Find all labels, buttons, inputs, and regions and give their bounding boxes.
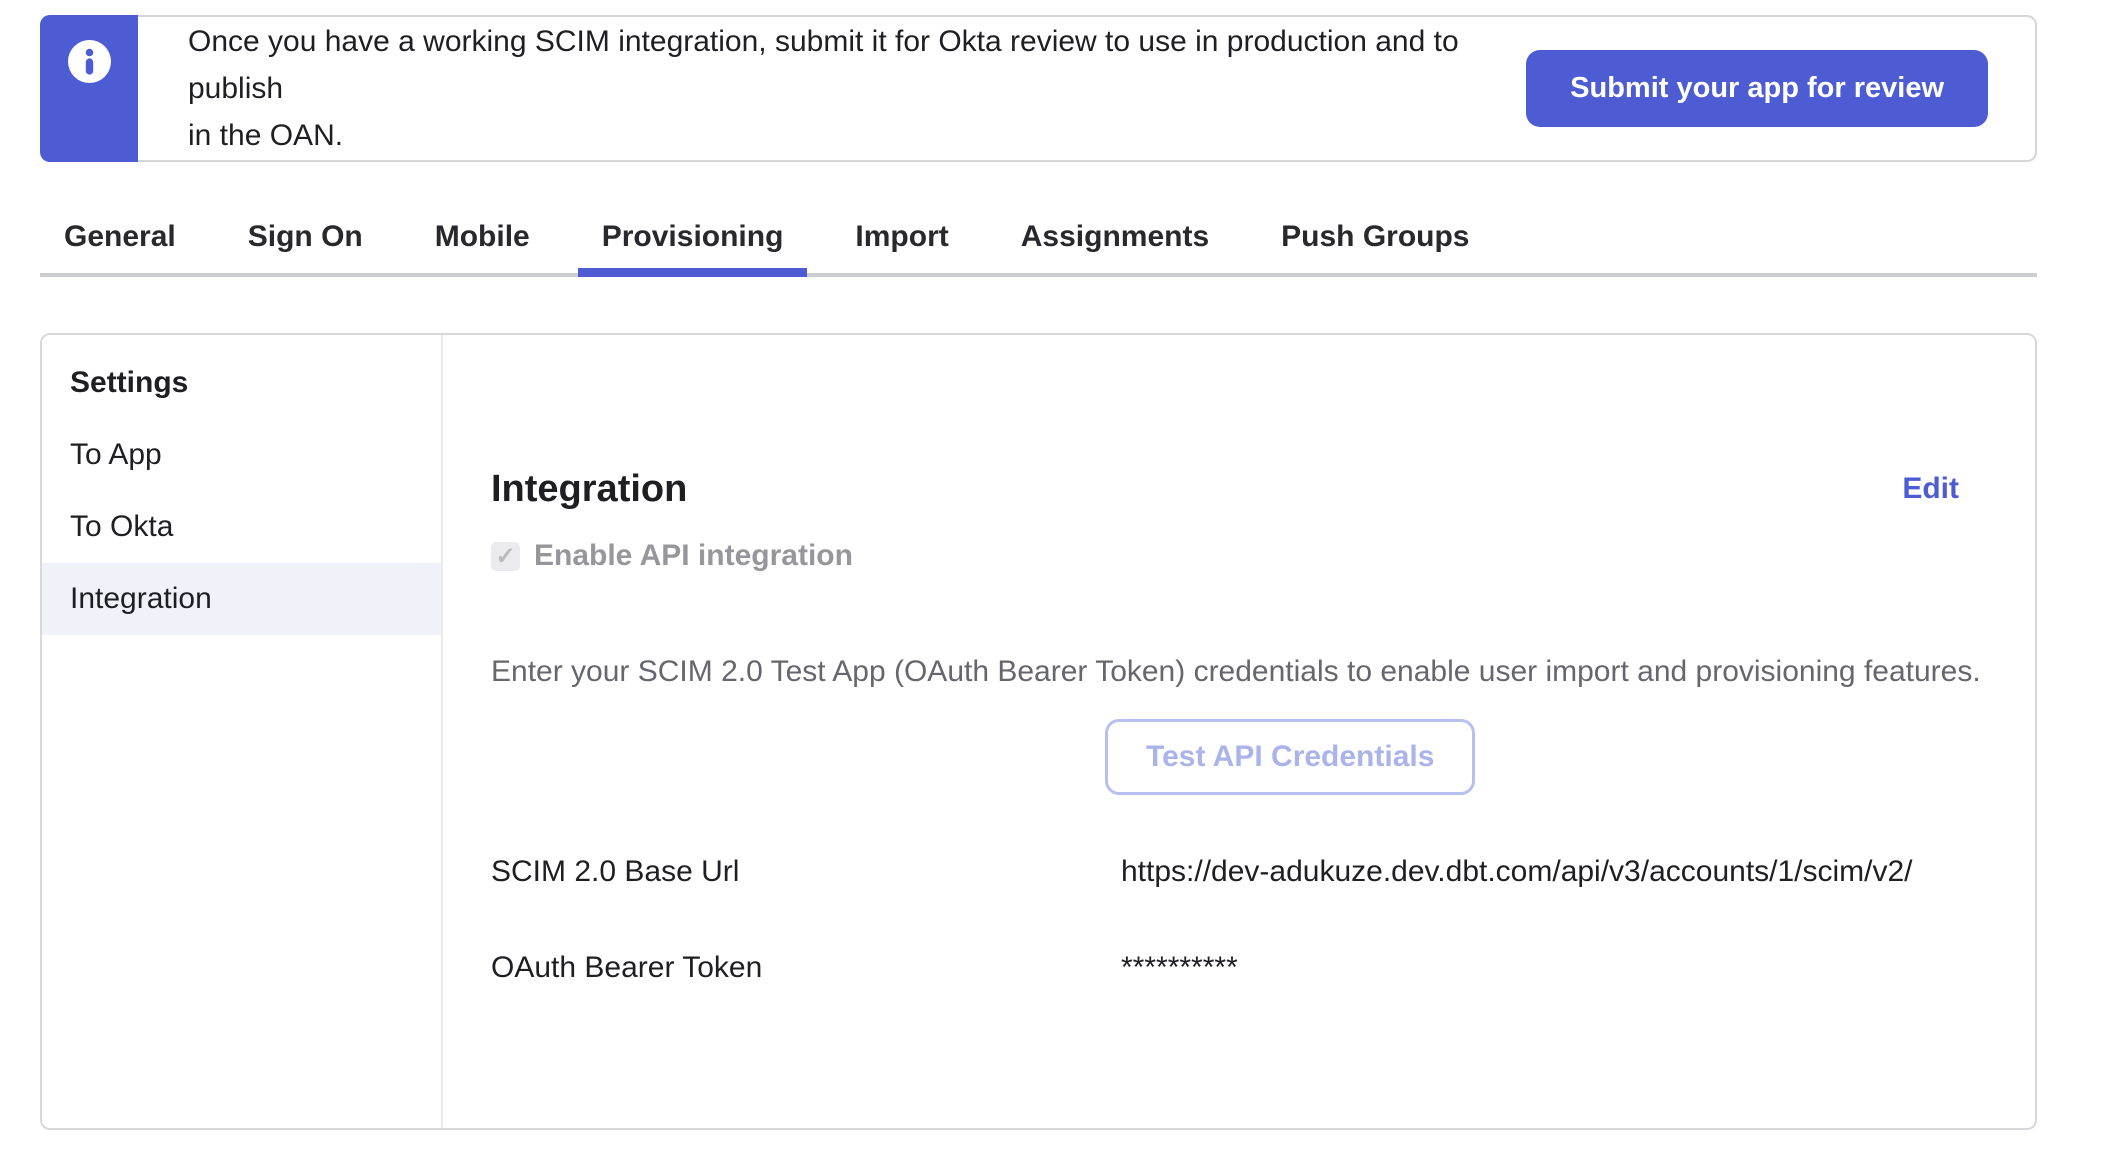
banner-message: Once you have a working SCIM integration… bbox=[188, 18, 1526, 159]
banner-message-line2: in the OAN. bbox=[188, 112, 1526, 159]
enable-api-integration-label: Enable API integration bbox=[534, 539, 853, 573]
sidebar-item-to-app[interactable]: To App bbox=[42, 419, 441, 491]
tab-assignments[interactable]: Assignments bbox=[997, 200, 1233, 273]
banner-message-line1: Once you have a working SCIM integration… bbox=[188, 18, 1526, 112]
oauth-bearer-token-value: ********** bbox=[1121, 949, 1987, 987]
tab-general[interactable]: General bbox=[40, 200, 200, 273]
tab-sign-on[interactable]: Sign On bbox=[224, 200, 387, 273]
test-api-credentials-button[interactable]: Test API Credentials bbox=[1105, 719, 1475, 795]
oauth-bearer-token-label: OAuth Bearer Token bbox=[491, 949, 1121, 987]
credentials-description: Enter your SCIM 2.0 Test App (OAuth Bear… bbox=[491, 653, 1987, 691]
sidebar-item-integration[interactable]: Integration bbox=[42, 563, 441, 635]
page-title: Integration bbox=[491, 465, 687, 513]
info-icon bbox=[68, 40, 111, 88]
sidebar-heading-settings: Settings bbox=[42, 347, 441, 419]
info-banner-accent bbox=[40, 15, 138, 162]
provisioning-panel: Settings To App To Okta Integration Inte… bbox=[40, 333, 2037, 1130]
settings-sidebar: Settings To App To Okta Integration bbox=[42, 335, 443, 1128]
tab-provisioning[interactable]: Provisioning bbox=[578, 200, 808, 273]
tab-import[interactable]: Import bbox=[831, 200, 972, 273]
oauth-bearer-token-row: OAuth Bearer Token ********** bbox=[491, 949, 1987, 987]
info-banner: Once you have a working SCIM integration… bbox=[40, 15, 2037, 162]
test-credentials-row: Test API Credentials bbox=[491, 719, 1987, 795]
enable-api-integration-checkbox[interactable]: ✓ bbox=[491, 542, 520, 571]
sidebar-item-to-okta[interactable]: To Okta bbox=[42, 491, 441, 563]
scim-base-url-label: SCIM 2.0 Base Url bbox=[491, 853, 1121, 891]
tab-bar: General Sign On Mobile Provisioning Impo… bbox=[40, 200, 2037, 277]
submit-app-for-review-button[interactable]: Submit your app for review bbox=[1526, 50, 1988, 127]
integration-heading-row: Integration Edit bbox=[491, 465, 1987, 513]
enable-api-integration-row: ✓ Enable API integration bbox=[491, 539, 1987, 573]
edit-link[interactable]: Edit bbox=[1902, 472, 1959, 506]
scim-base-url-row: SCIM 2.0 Base Url https://dev-adukuze.de… bbox=[491, 853, 1987, 891]
integration-content: Integration Edit ✓ Enable API integratio… bbox=[443, 335, 2035, 1128]
scim-base-url-value: https://dev-adukuze.dev.dbt.com/api/v3/a… bbox=[1121, 853, 1987, 891]
tab-mobile[interactable]: Mobile bbox=[411, 200, 554, 273]
tab-push-groups[interactable]: Push Groups bbox=[1257, 200, 1493, 273]
